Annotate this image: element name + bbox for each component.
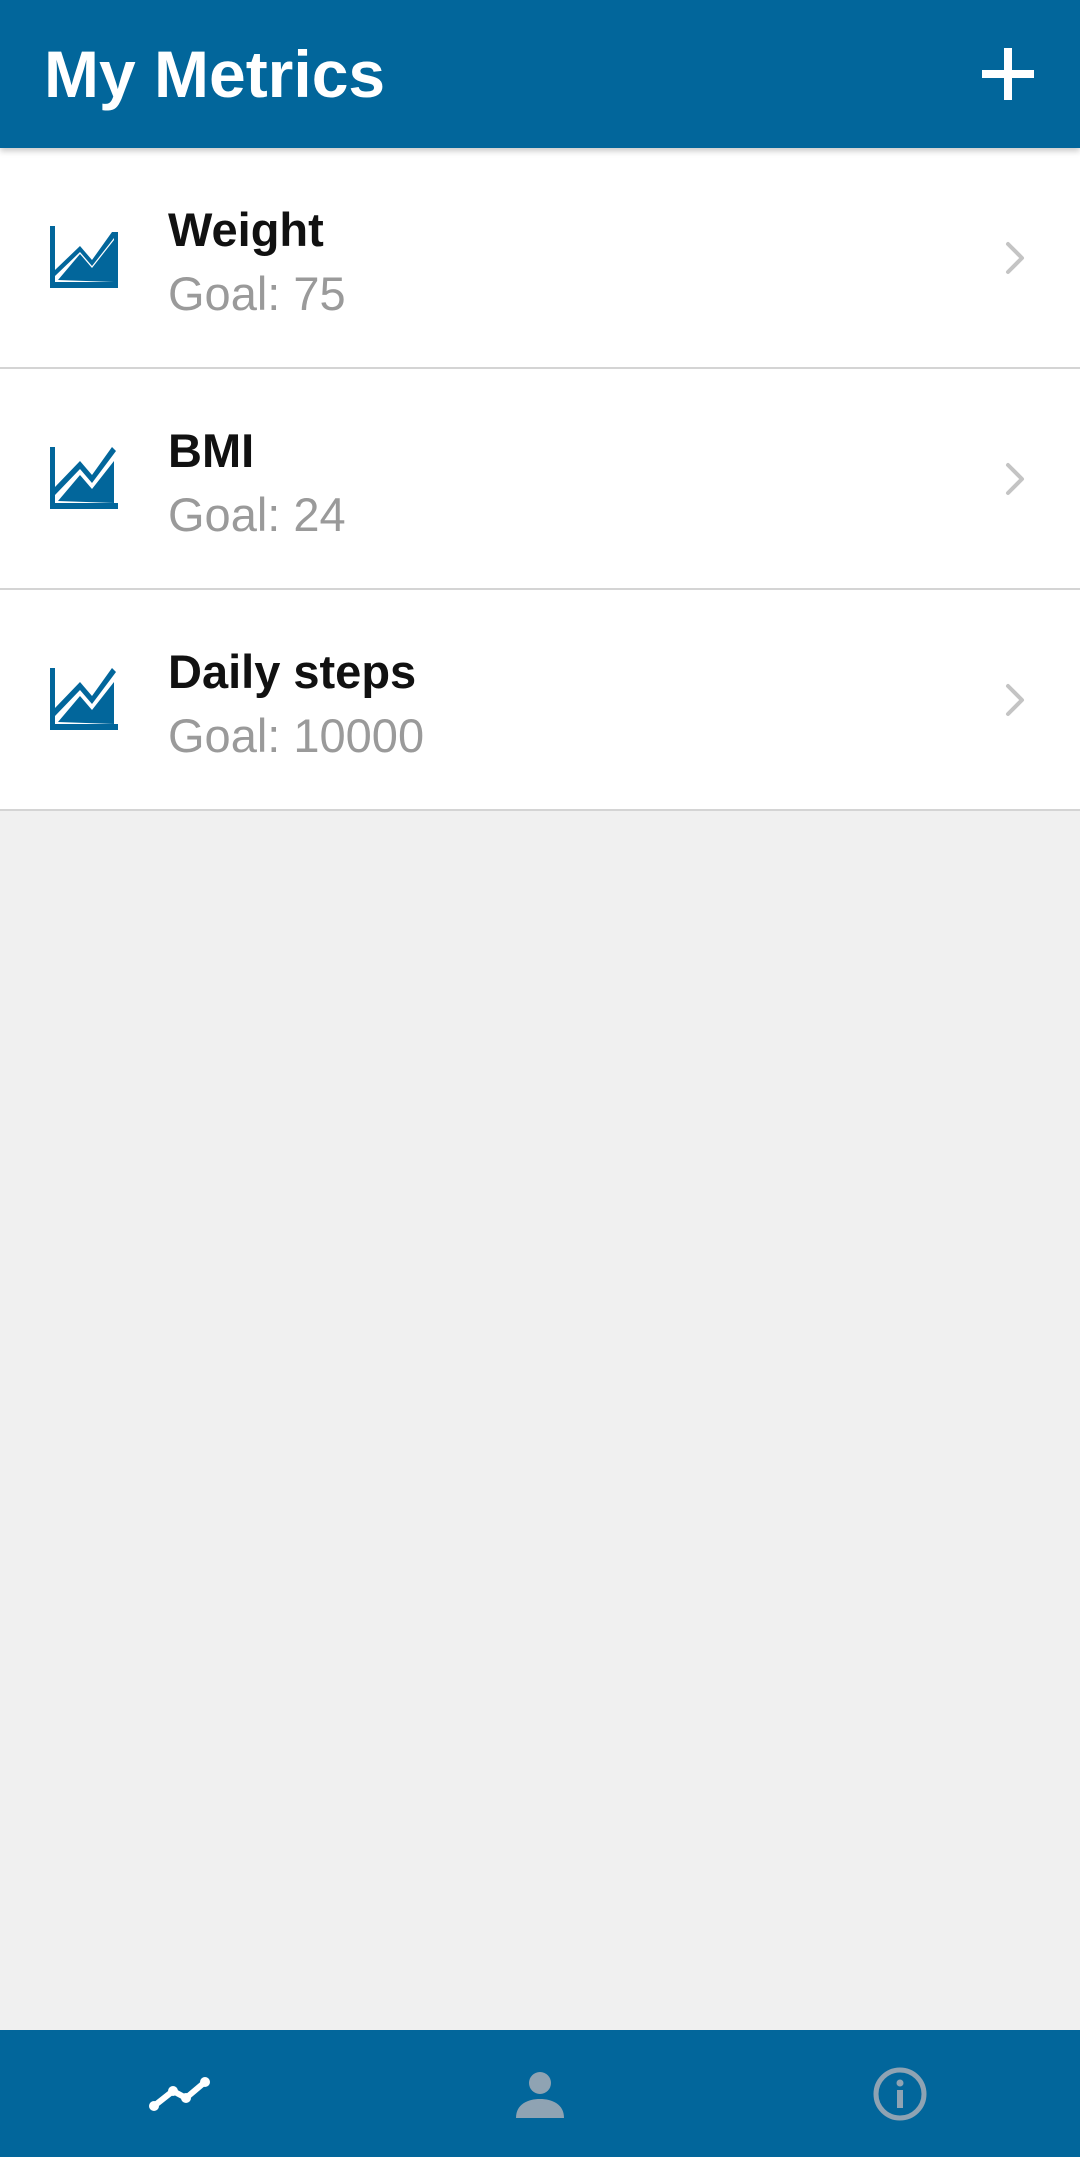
nav-profile-button[interactable]	[440, 2030, 640, 2157]
area-chart-icon	[50, 445, 118, 509]
nav-metrics-button[interactable]	[80, 2030, 280, 2157]
list-item-weight[interactable]: Weight Goal: 75	[0, 148, 1080, 369]
metric-goal: Goal: 24	[168, 488, 346, 541]
info-icon	[873, 2067, 927, 2120]
line-chart-icon	[149, 2076, 210, 2111]
metric-goal: Goal: 75	[168, 267, 346, 320]
chevron-right-icon	[1004, 240, 1028, 276]
metric-name: Weight	[168, 203, 324, 256]
area-chart-icon	[50, 224, 118, 288]
list-item-daily-steps[interactable]: Daily steps Goal: 10000	[0, 590, 1080, 811]
chevron-right-icon	[1004, 682, 1028, 718]
add-metric-button[interactable]	[980, 46, 1036, 102]
list-item-bmi[interactable]: BMI Goal: 24	[0, 369, 1080, 590]
app-header: My Metrics	[0, 0, 1080, 148]
metric-name: Daily steps	[168, 645, 417, 698]
plus-icon	[982, 48, 1034, 100]
person-icon	[516, 2071, 564, 2118]
metrics-list: Weight Goal: 75 BMI Goal: 24 Daily steps…	[0, 148, 1080, 811]
nav-info-button[interactable]	[800, 2030, 1000, 2157]
chevron-right-icon	[1004, 461, 1028, 497]
page-title: My Metrics	[44, 37, 386, 111]
metric-goal: Goal: 10000	[168, 709, 425, 762]
area-chart-icon	[50, 666, 118, 730]
metric-name: BMI	[168, 424, 255, 477]
bottom-navigation	[0, 2030, 1080, 2157]
